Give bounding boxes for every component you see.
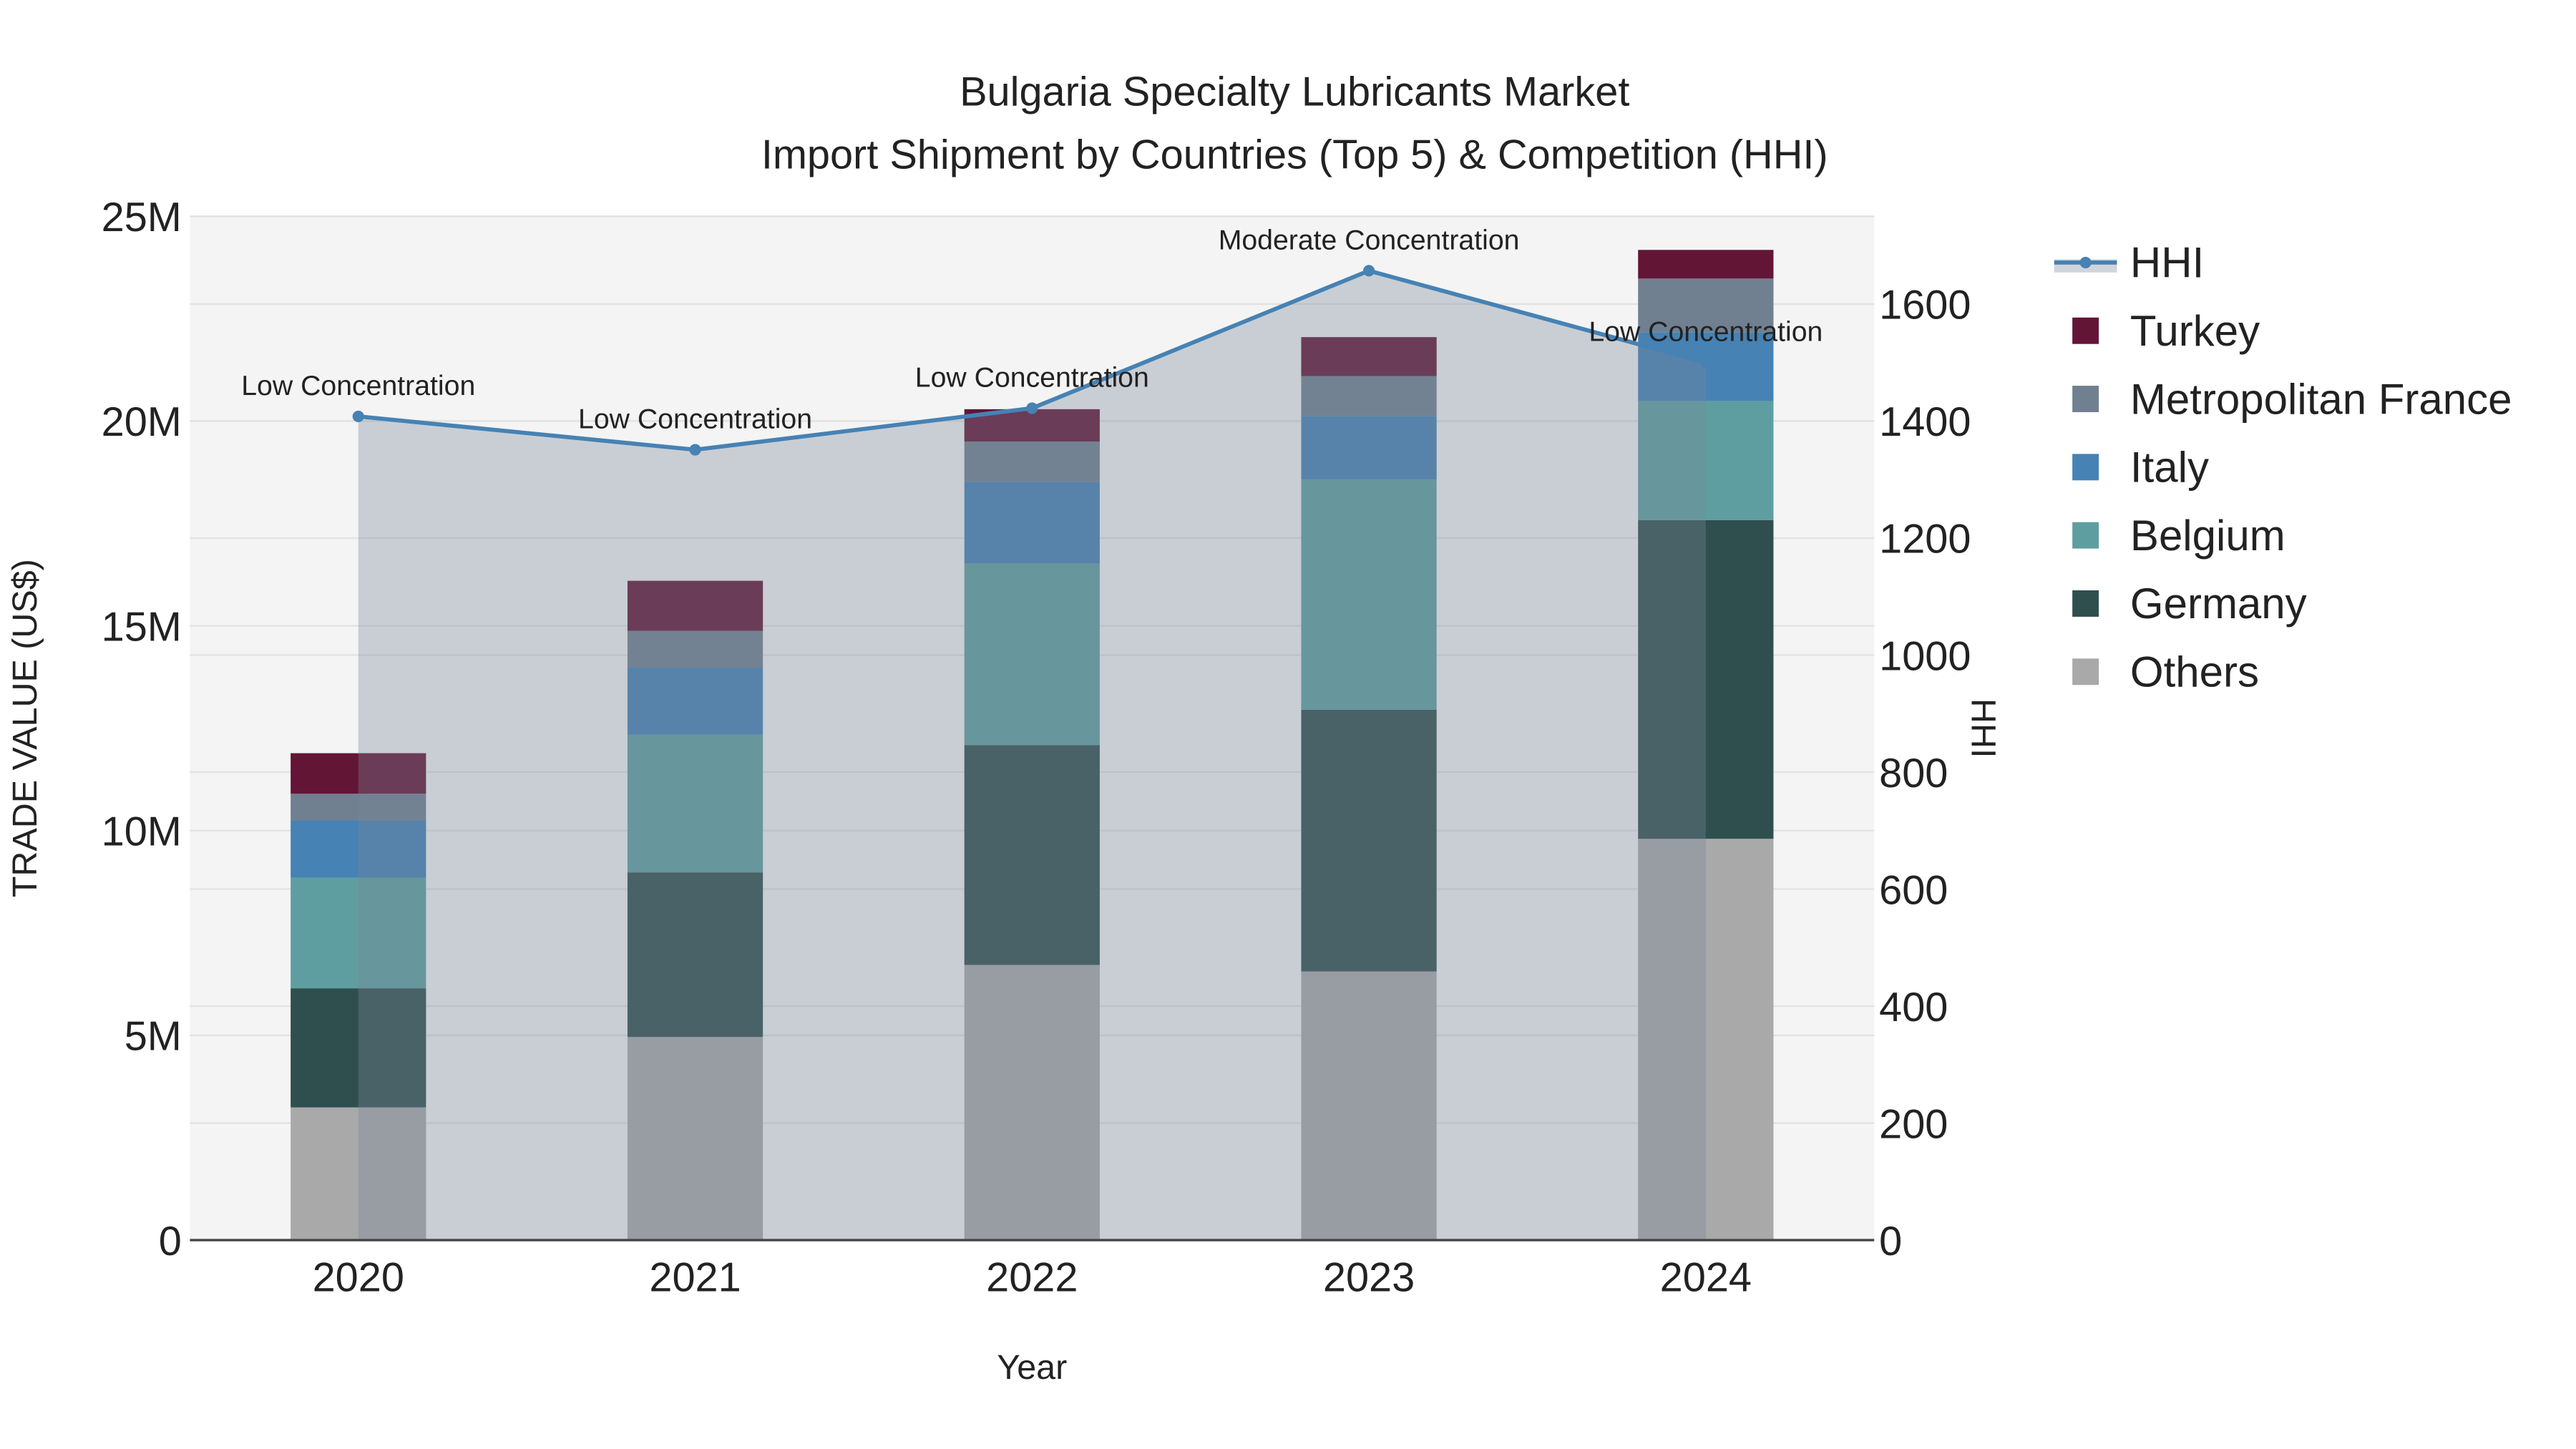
hhi-annotation: Moderate Concentration xyxy=(1219,224,1520,255)
hhi-annotation: Low Concentration xyxy=(241,370,475,401)
y2-tick-label: 800 xyxy=(1879,751,1948,796)
y-tick-label: 25M xyxy=(102,195,182,240)
x-tick-label: 2022 xyxy=(986,1255,1078,1301)
hhi-point xyxy=(352,410,364,422)
x-axis-title: Year xyxy=(997,1348,1067,1387)
legend-swatch-germany xyxy=(2072,590,2099,617)
y2-tick-label: 200 xyxy=(1879,1101,1948,1147)
y-axis-title: TRADE VALUE (US$) xyxy=(6,559,44,897)
chart-title: Bulgaria Specialty Lubricants Market xyxy=(960,69,1629,115)
y-tick-label: 10M xyxy=(102,809,182,855)
y-tick-label: 0 xyxy=(159,1219,182,1264)
legend-label: Metropolitan France xyxy=(2130,375,2512,423)
y2-tick-label: 600 xyxy=(1879,867,1948,913)
x-tick-label: 2021 xyxy=(649,1255,741,1301)
legend-hhi-marker-icon xyxy=(2079,256,2092,268)
legend-swatch-others xyxy=(2072,658,2099,686)
legend-label: HHI xyxy=(2130,239,2204,287)
hhi-annotation: Low Concentration xyxy=(915,361,1149,393)
legend-label: Others xyxy=(2130,648,2259,696)
legend-label: Turkey xyxy=(2130,307,2260,355)
legend-label: Italy xyxy=(2130,444,2209,492)
hhi-point xyxy=(1699,356,1712,369)
y2-tick-label: 1600 xyxy=(1879,283,1971,328)
y2-tick-label: 1200 xyxy=(1879,517,1971,562)
legend-swatch-belgium xyxy=(2072,522,2099,549)
chart-subtitle: Import Shipment by Countries (Top 5) & C… xyxy=(761,132,1828,177)
legend-swatch-italy xyxy=(2072,454,2099,481)
legend: HHI Turkey Metropolitan France Italy Belgium… xyxy=(2054,239,2512,696)
legend-swatch-turkey xyxy=(2072,317,2099,344)
y-tick-label: 20M xyxy=(102,399,182,445)
x-tick-label: 2023 xyxy=(1323,1255,1415,1301)
x-tick-label: 2020 xyxy=(313,1255,404,1301)
hhi-point xyxy=(1026,402,1038,414)
y2-tick-label: 400 xyxy=(1879,985,1948,1030)
legend-label: Belgium xyxy=(2130,512,2285,560)
bar-turkey xyxy=(1638,250,1774,279)
hhi-annotation: Low Concentration xyxy=(578,404,812,435)
hhi-point xyxy=(1363,265,1375,277)
y-tick-label: 5M xyxy=(125,1014,182,1060)
y-tick-label: 15M xyxy=(102,604,182,650)
y2-tick-label: 1000 xyxy=(1879,633,1971,679)
y2-tick-label: 0 xyxy=(1879,1219,1902,1264)
hhi-point xyxy=(689,444,701,456)
y2-axis-title: HHI xyxy=(1963,698,2002,758)
chart: Bulgaria Specialty Lubricants Market Imp… xyxy=(6,69,2512,1387)
x-tick-label: 2024 xyxy=(1660,1255,1752,1301)
legend-label: Germany xyxy=(2130,580,2307,628)
hhi-annotation: Low Concentration xyxy=(1589,316,1823,348)
y2-tick-label: 1400 xyxy=(1879,399,1971,445)
legend-swatch-metropolitan-france xyxy=(2072,386,2099,412)
